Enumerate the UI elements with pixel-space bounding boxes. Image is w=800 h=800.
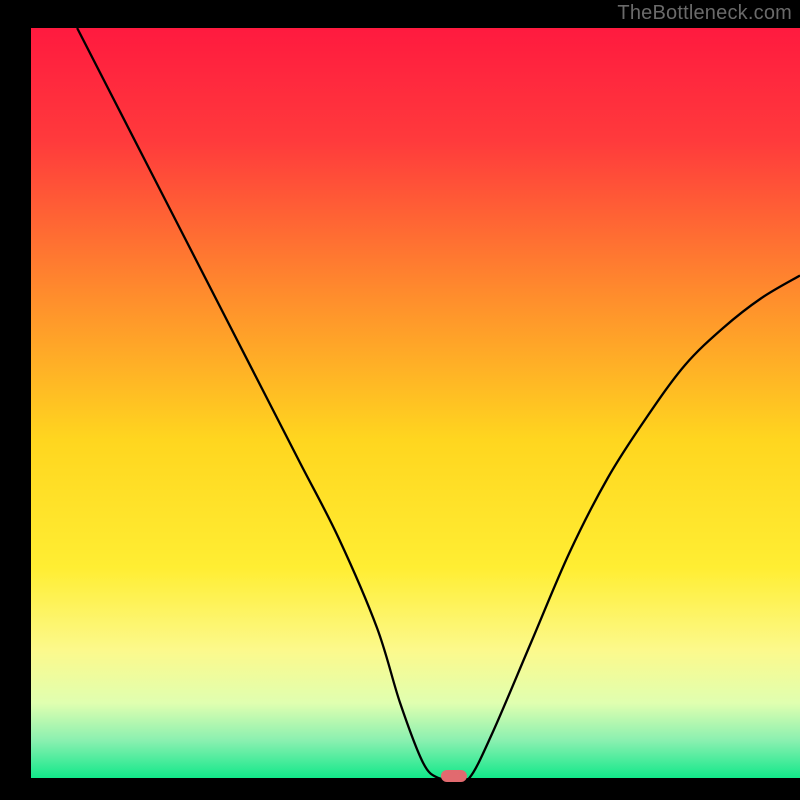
plot-background [31, 28, 800, 778]
optimal-marker [441, 770, 467, 782]
watermark-text: TheBottleneck.com [617, 2, 792, 25]
chart-frame: TheBottleneck.com [0, 0, 800, 800]
bottleneck-chart [0, 0, 800, 800]
